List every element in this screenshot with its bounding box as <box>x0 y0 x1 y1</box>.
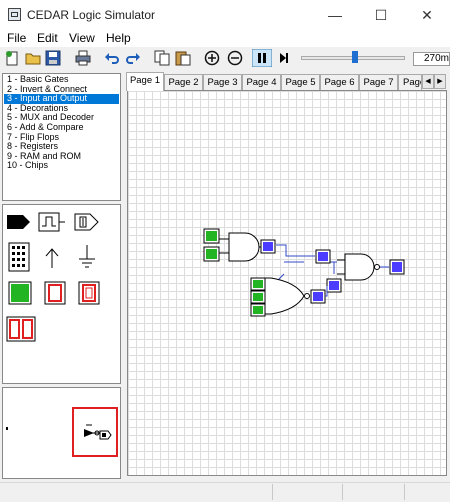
print-icon[interactable] <box>75 50 91 66</box>
pause-icon[interactable] <box>252 49 272 67</box>
menu-bar <box>0 30 450 47</box>
toggle-switch[interactable] <box>203 246 220 262</box>
output-led[interactable] <box>315 249 331 264</box>
output-led[interactable] <box>389 259 405 275</box>
tab-page-8[interactable]: Page 8 <box>398 74 422 90</box>
tab-scroll-left-icon[interactable]: ◀ <box>422 74 434 89</box>
vcc-component-icon[interactable] <box>42 246 62 270</box>
maximize-button[interactable]: ☐ <box>358 0 404 30</box>
tab-page-2[interactable]: Page 2 <box>164 74 203 90</box>
tab-page-6[interactable]: Page 6 <box>320 74 359 90</box>
menu-help[interactable]: Help <box>106 31 131 45</box>
output-led[interactable] <box>326 278 342 293</box>
status-divider <box>342 484 343 500</box>
tab-scroll-right-icon[interactable]: ▶ <box>434 74 446 89</box>
undo-icon[interactable] <box>104 50 120 66</box>
category-item[interactable]: 10 - Chips <box>4 161 119 171</box>
status-bar <box>0 482 450 502</box>
preview-marker <box>6 427 8 430</box>
category-list[interactable]: 1 - Basic Gates 2 - Invert & Connect 3 -… <box>2 73 121 201</box>
circuit-diagram <box>203 228 405 317</box>
status-divider <box>404 484 405 500</box>
status-divider <box>272 484 273 500</box>
toggle-switch-component-icon[interactable] <box>8 281 32 305</box>
and-gate[interactable] <box>219 232 263 262</box>
keypad-component-icon[interactable] <box>8 242 30 272</box>
step-icon[interactable] <box>277 50 291 66</box>
open-file-icon[interactable] <box>25 50 41 66</box>
led-box-component-icon[interactable] <box>44 281 66 305</box>
clock-component-icon[interactable] <box>38 212 66 232</box>
output-led[interactable] <box>260 239 276 254</box>
tab-page-4[interactable]: Page 4 <box>242 74 281 90</box>
speed-slider-thumb[interactable] <box>351 51 358 63</box>
tab-page-1[interactable]: Page 1 <box>126 72 164 91</box>
output-led[interactable] <box>310 289 326 304</box>
redo-icon[interactable] <box>125 50 141 66</box>
toggle-switch[interactable] <box>250 290 266 304</box>
tab-page-7[interactable]: Page 7 <box>359 74 398 90</box>
toggle-switch[interactable] <box>203 228 220 244</box>
preview-box <box>72 407 118 457</box>
zoom-out-icon[interactable] <box>227 50 243 66</box>
window-title: CEDAR Logic Simulator <box>27 8 156 22</box>
copy-icon[interactable] <box>154 50 170 66</box>
toggle-switch[interactable] <box>250 303 266 317</box>
menu-view[interactable]: View <box>69 31 95 45</box>
save-icon[interactable] <box>45 50 61 66</box>
tab-page-5[interactable]: Page 5 <box>281 74 320 90</box>
menu-file[interactable]: File <box>7 31 26 45</box>
new-file-icon[interactable] <box>4 50 20 66</box>
tab-page-3[interactable]: Page 3 <box>203 74 242 90</box>
app-icon <box>8 8 21 21</box>
menu-edit[interactable]: Edit <box>37 31 58 45</box>
nand-gate[interactable] <box>337 253 380 281</box>
led-component-icon[interactable] <box>78 281 100 305</box>
close-button[interactable]: ✕ <box>404 0 450 30</box>
seven-segment-component-icon[interactable] <box>6 316 36 342</box>
zoom-value-field[interactable]: 270m <box>413 52 450 66</box>
minimize-button[interactable]: — <box>312 0 358 30</box>
toggle-switch[interactable] <box>250 277 266 291</box>
ground-component-icon[interactable] <box>76 244 98 270</box>
label-component-icon[interactable] <box>6 212 32 232</box>
paste-icon[interactable] <box>175 50 191 66</box>
wire <box>276 244 315 257</box>
zoom-in-icon[interactable] <box>204 50 220 66</box>
pulse-component-icon[interactable] <box>74 212 100 232</box>
